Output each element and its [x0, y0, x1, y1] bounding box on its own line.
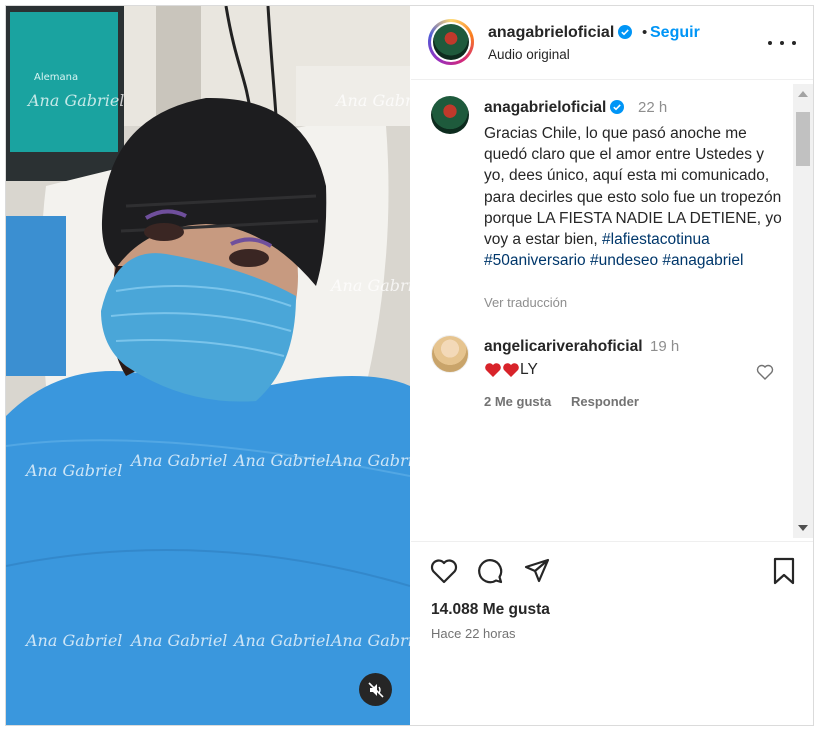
- comments-scrollbar[interactable]: [793, 84, 813, 538]
- hashtag-link[interactable]: #lafiestacotinua: [602, 231, 710, 248]
- comment-text: LY: [520, 361, 538, 378]
- scroll-up-arrow-icon[interactable]: [798, 91, 808, 97]
- action-bar: 14.088 Me gusta Hace 22 horas: [411, 541, 813, 725]
- author-username: anagabrieloficial: [488, 24, 615, 41]
- comments-section: anagabrieloficial 22 h Gracias Chile, lo…: [411, 81, 791, 541]
- mute-icon: [367, 681, 384, 698]
- comment-text-block: LY: [484, 361, 538, 379]
- more-dot: [780, 41, 784, 45]
- comment-username[interactable]: angelicariverahoficial: [484, 338, 643, 356]
- likes-count[interactable]: 14.088 Me gusta: [431, 601, 550, 619]
- comment-reply-button[interactable]: Responder: [571, 394, 639, 409]
- watermark-8: Ana Gabriel: [24, 631, 122, 650]
- watermark-10: Ana Gabriel: [232, 631, 330, 650]
- author-username-link[interactable]: anagabrieloficial: [488, 24, 633, 42]
- watermark-11: Ana Gabriel: [329, 631, 410, 650]
- caption-username-link[interactable]: anagabrieloficial: [484, 99, 625, 117]
- monitor-text: Alemana: [34, 72, 78, 83]
- caption-time: 22 h: [638, 99, 668, 116]
- more-options-button[interactable]: [768, 36, 796, 50]
- follow-button[interactable]: Seguir: [650, 24, 700, 42]
- caption-text-block: Gracias Chile, lo que pasó anoche me que…: [484, 123, 784, 271]
- heart-icon[interactable]: [429, 556, 459, 586]
- share-icon[interactable]: [522, 556, 552, 586]
- scroll-down-arrow-icon[interactable]: [798, 525, 808, 531]
- comment-avatar[interactable]: [431, 335, 469, 373]
- verified-icon: [610, 100, 625, 114]
- post-header: anagabrieloficial • Seguir Audio origina…: [411, 6, 813, 80]
- watermark-7: Ana Gabriel: [329, 451, 410, 470]
- verified-icon: [618, 25, 633, 39]
- caption-text: Gracias Chile, lo que pasó anoche me que…: [484, 125, 782, 249]
- post-modal: Alemana Ana Gabriel Ana Gab Ana Gabr Ana…: [5, 5, 814, 726]
- watermark-6: Ana Gabriel: [232, 451, 330, 470]
- video-frame: Alemana Ana Gabriel Ana Gab Ana Gabr Ana…: [6, 6, 410, 725]
- post-sidebar: anagabrieloficial • Seguir Audio origina…: [411, 6, 813, 725]
- watermark-5: Ana Gabriel: [129, 451, 227, 470]
- hashtag-link[interactable]: #undeseo: [590, 252, 658, 269]
- see-translation-button[interactable]: Ver traducción: [484, 295, 567, 310]
- comment-icon[interactable]: [475, 556, 505, 586]
- bookmark-icon[interactable]: [769, 556, 799, 586]
- more-dot: [768, 41, 772, 45]
- watermark-9: Ana Gabriel: [129, 631, 227, 650]
- scroll-thumb[interactable]: [796, 112, 810, 166]
- author-avatar-image: [433, 24, 469, 60]
- hashtag-link[interactable]: #anagabriel: [662, 252, 743, 269]
- posted-time: Hace 22 horas: [431, 626, 516, 641]
- watermark-4: Ana Gabriel: [24, 461, 122, 480]
- comment-likes-button[interactable]: 2 Me gusta: [484, 394, 551, 409]
- comment-time: 19 h: [650, 338, 680, 355]
- more-dot: [792, 41, 796, 45]
- watermark-3: Ana Gabriel: [329, 276, 410, 295]
- author-avatar[interactable]: [428, 19, 474, 65]
- audio-link[interactable]: Audio original: [488, 47, 570, 62]
- caption-username: anagabrieloficial: [484, 99, 607, 116]
- separator-dot: •: [642, 24, 648, 41]
- post-video[interactable]: Alemana Ana Gabriel Ana Gab Ana Gabr Ana…: [6, 6, 410, 725]
- caption-avatar[interactable]: [431, 96, 469, 134]
- red-heart-emoji-icon: [503, 363, 519, 377]
- comment-like-heart-icon[interactable]: [756, 363, 774, 381]
- watermark-1: Ana Gabriel: [26, 91, 124, 110]
- mute-button[interactable]: [359, 673, 392, 706]
- red-heart-emoji-icon: [485, 363, 501, 377]
- hashtag-link[interactable]: #50aniversario: [484, 252, 586, 269]
- watermark-2: Ana Gabriel: [334, 91, 410, 110]
